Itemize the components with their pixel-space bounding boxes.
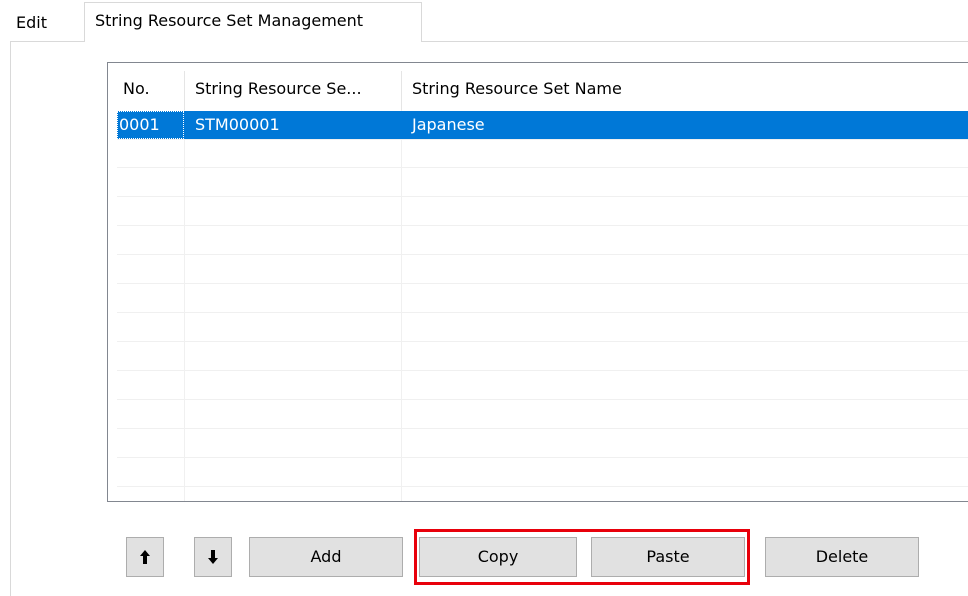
row-line bbox=[117, 457, 968, 458]
string-resource-set-list[interactable]: No. String Resource Se... String Resourc… bbox=[107, 62, 968, 502]
arrow-up-icon bbox=[140, 550, 150, 564]
row-line bbox=[117, 196, 968, 197]
list-row[interactable]: 0001 STM00001 Japanese bbox=[117, 111, 968, 139]
list-header: No. String Resource Se... String Resourc… bbox=[108, 63, 968, 110]
row-line bbox=[117, 283, 968, 284]
row-line bbox=[117, 399, 968, 400]
panel-border bbox=[10, 41, 11, 596]
arrow-down-icon bbox=[208, 550, 218, 564]
move-down-button[interactable] bbox=[194, 537, 232, 577]
column-header-no[interactable]: No. bbox=[113, 63, 183, 110]
row-line bbox=[117, 225, 968, 226]
row-line bbox=[117, 341, 968, 342]
tab-active-cover bbox=[85, 41, 421, 42]
paste-button[interactable]: Paste bbox=[591, 537, 745, 577]
row-line bbox=[117, 428, 968, 429]
tab-string-resource-set-management[interactable]: String Resource Set Management bbox=[84, 2, 422, 42]
tab-edit[interactable]: Edit bbox=[16, 6, 76, 40]
row-line bbox=[117, 486, 968, 487]
row-line bbox=[117, 254, 968, 255]
copy-button[interactable]: Copy bbox=[419, 537, 577, 577]
string-resource-window: Edit String Resource Set Management No. … bbox=[0, 0, 968, 596]
row-line bbox=[117, 167, 968, 168]
cell-no: 0001 bbox=[117, 111, 184, 139]
add-button[interactable]: Add bbox=[249, 537, 403, 577]
move-up-button[interactable] bbox=[126, 537, 164, 577]
cell-id: STM00001 bbox=[195, 115, 280, 134]
cell-name: Japanese bbox=[412, 115, 485, 134]
row-line bbox=[117, 139, 968, 140]
column-header-id[interactable]: String Resource Se... bbox=[185, 63, 401, 110]
row-line bbox=[117, 312, 968, 313]
grid-column-line bbox=[401, 110, 402, 501]
column-header-name[interactable]: String Resource Set Name bbox=[402, 63, 962, 110]
row-line bbox=[117, 370, 968, 371]
grid-column-line bbox=[184, 110, 185, 501]
delete-button[interactable]: Delete bbox=[765, 537, 919, 577]
